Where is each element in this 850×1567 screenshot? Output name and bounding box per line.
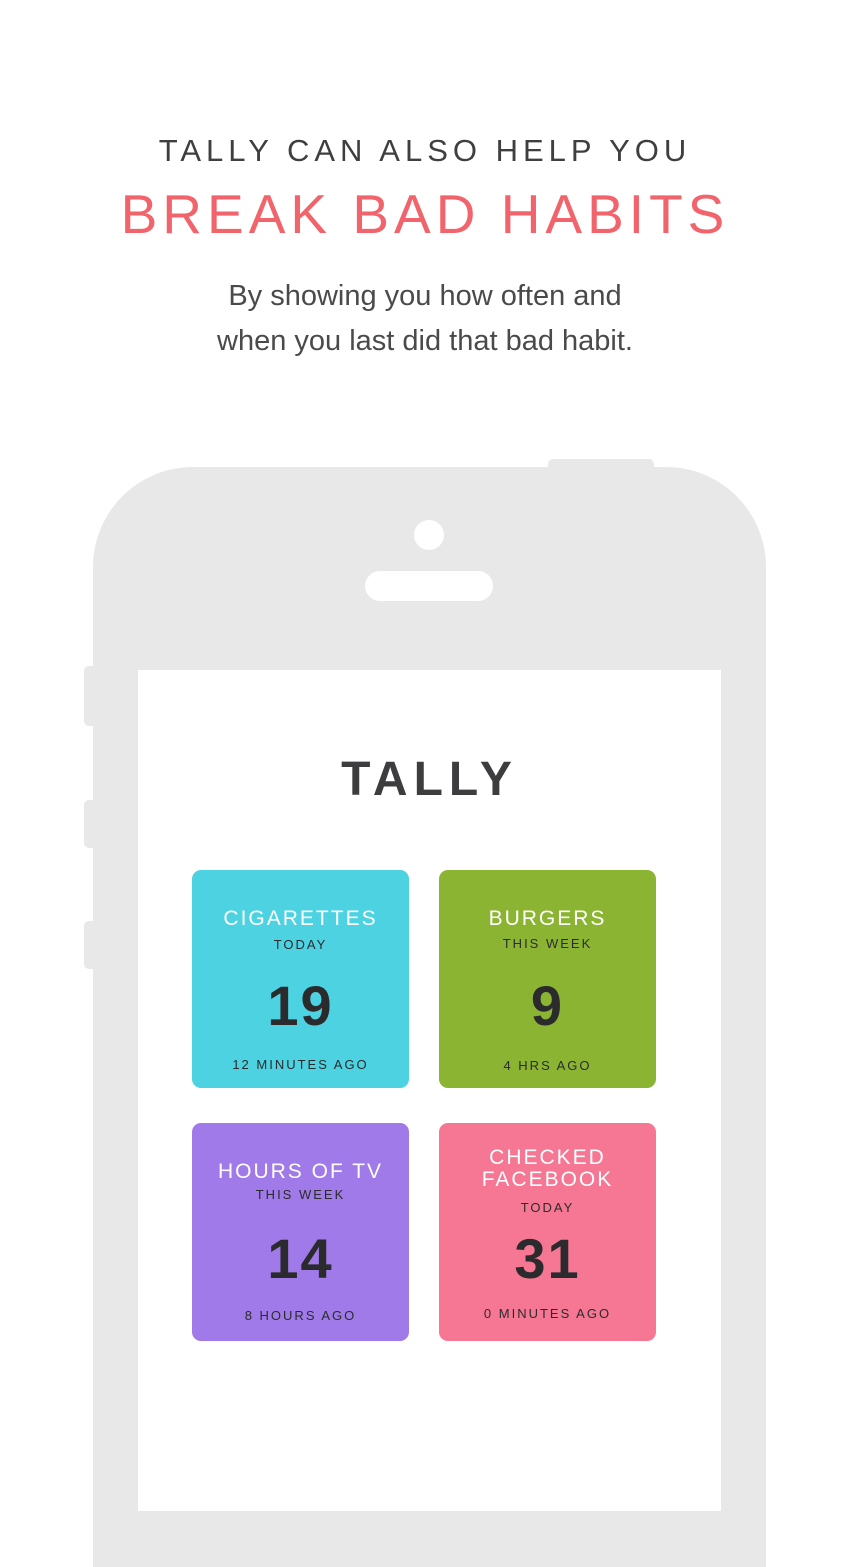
- tally-tile-hours-of-tv[interactable]: HOURS OF TV THIS WEEK 14 8 HOURS AGO: [192, 1123, 409, 1341]
- tile-name-line-2: FACEBOOK: [481, 1168, 614, 1191]
- promo-headline: TALLY CAN ALSO HELP YOU: [158, 133, 692, 168]
- promo-description: By showing you how often and when you la…: [0, 274, 850, 364]
- tile-period: TODAY: [520, 1200, 575, 1215]
- tile-last-time: 12 MINUTES AGO: [232, 1057, 369, 1072]
- tile-last-time: 4 HRS AGO: [503, 1058, 592, 1073]
- tile-period: THIS WEEK: [502, 936, 593, 951]
- tile-name: CIGARETTES: [223, 907, 378, 930]
- tile-last-time: 0 MINUTES AGO: [483, 1306, 612, 1321]
- tile-name-line-1: CHECKED: [489, 1146, 606, 1169]
- tile-name: HOURS OF TV: [217, 1160, 384, 1183]
- tile-count: 19: [267, 974, 334, 1037]
- promo-description-line-1: By showing you how often and: [228, 280, 622, 312]
- phone-speaker: [365, 571, 493, 601]
- app-title: TALLY: [341, 753, 518, 806]
- tile-period: TODAY: [273, 937, 328, 952]
- tally-tile-burgers[interactable]: BURGERS THIS WEEK 9 4 HRS AGO: [439, 870, 656, 1088]
- tile-count: 9: [530, 974, 565, 1037]
- tile-period: THIS WEEK: [255, 1187, 346, 1202]
- tile-count: 31: [514, 1227, 581, 1290]
- tally-tile-cigarettes[interactable]: CIGARETTES TODAY 19 12 MINUTES AGO: [192, 870, 409, 1088]
- tile-last-time: 8 HOURS AGO: [244, 1308, 357, 1323]
- promo-description-line-2: when you last did that bad habit.: [217, 325, 633, 357]
- tile-name: BURGERS: [488, 907, 607, 930]
- phone-camera: [414, 520, 444, 550]
- tally-tile-checked-facebook[interactable]: CHECKED FACEBOOK TODAY 31 0 MINUTES AGO: [439, 1123, 656, 1341]
- tile-count: 14: [267, 1227, 334, 1290]
- promo-subheadline: BREAK BAD HABITS: [120, 183, 730, 245]
